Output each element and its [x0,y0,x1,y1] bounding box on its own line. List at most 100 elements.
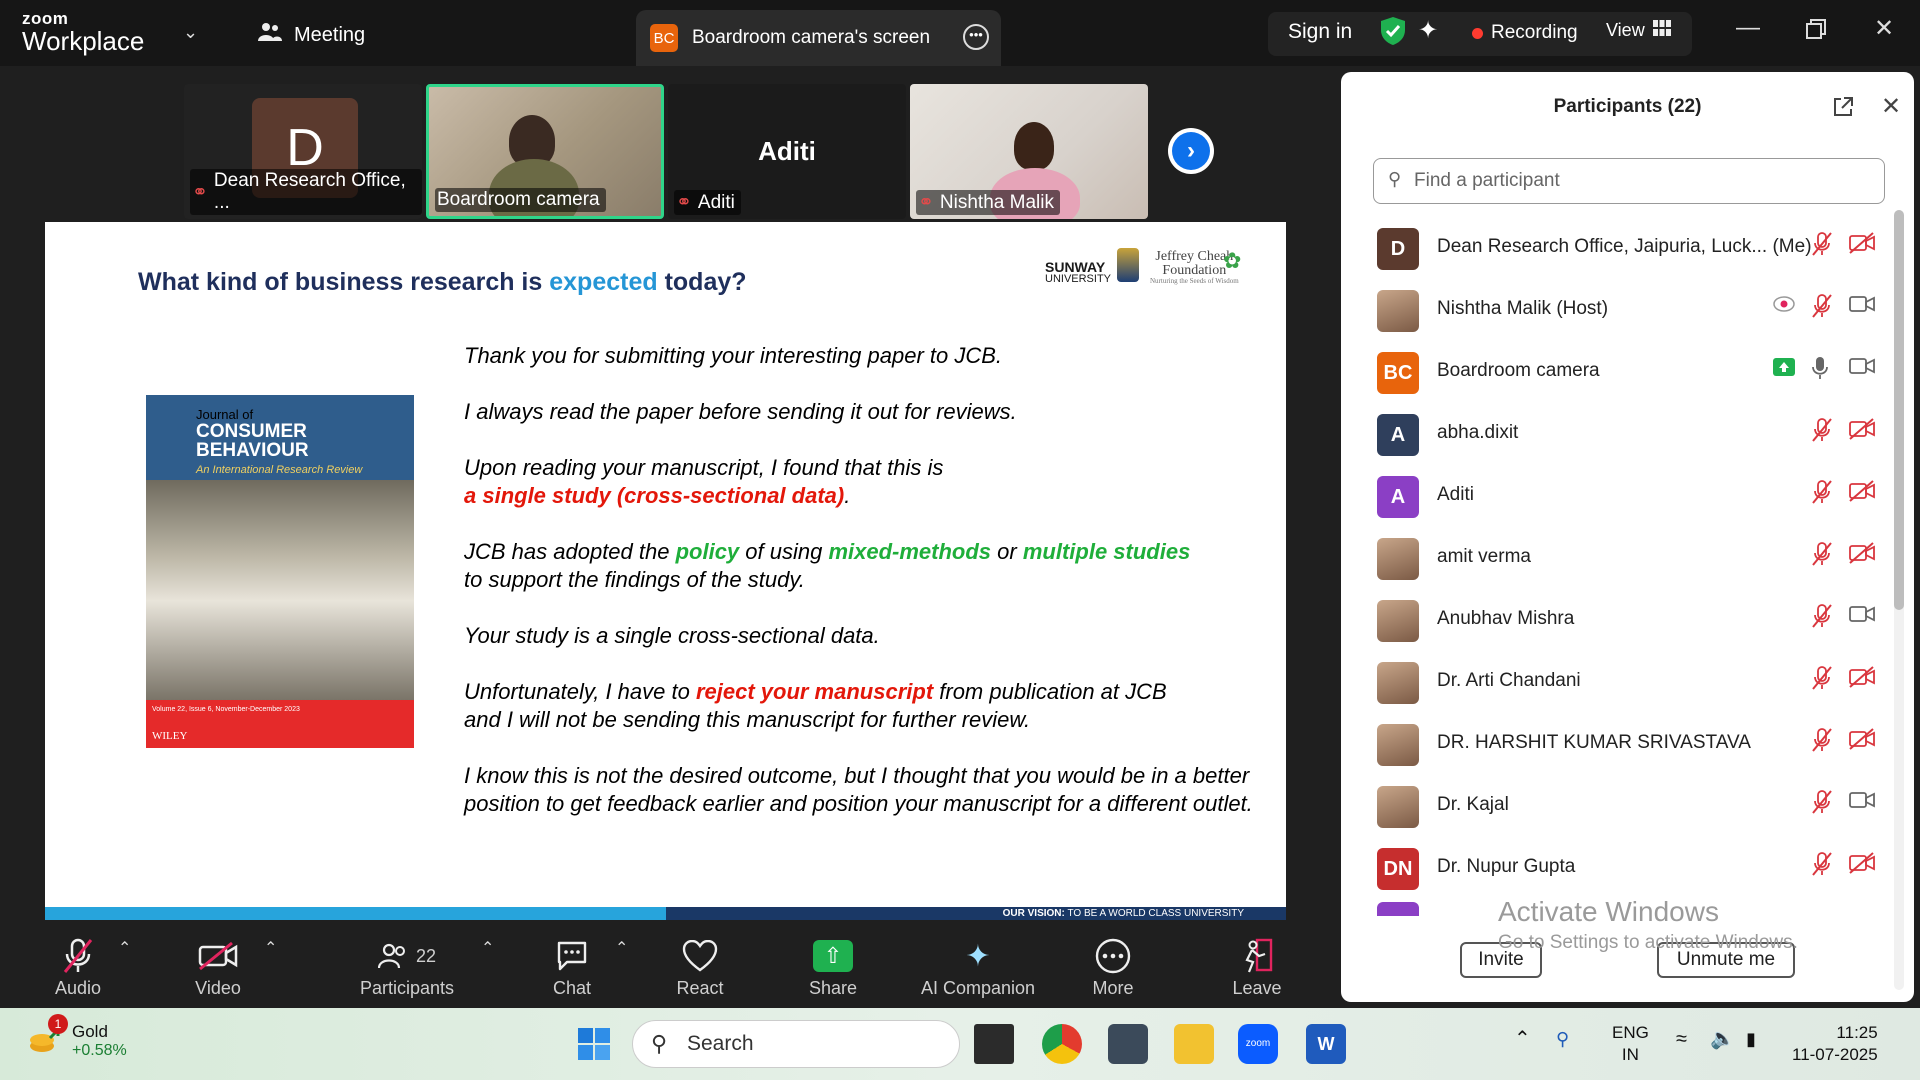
participants-options-caret[interactable]: ⌃ [481,938,494,958]
windows-start-icon[interactable] [574,1024,614,1064]
mic-muted-icon: ⚭ [192,181,208,203]
leaf-icon: ✿ [1223,248,1242,273]
audio-label: Audio [54,978,102,998]
close-panel-icon[interactable]: ✕ [1881,92,1901,121]
camera-off-icon[interactable] [1849,542,1875,570]
participant-row[interactable]: Dr. Kajal [1341,774,1901,836]
camera-off-icon[interactable] [1849,666,1875,694]
clock-date: 11-07-2025 [1792,1045,1878,1064]
participant-row[interactable]: DR. HARSHIT KUMAR SRIVASTAVA [1341,712,1901,774]
share-button[interactable]: ⇧ Share [803,934,863,999]
chrome-icon[interactable] [1042,1024,1082,1064]
camera-off-icon[interactable] [1849,480,1875,508]
chevron-up-icon[interactable]: ⌃ [1514,1028,1531,1050]
taskbar-search-label: Search [687,1032,754,1055]
pop-out-icon[interactable] [1832,96,1854,124]
language-indicator[interactable]: ENG IN [1612,1022,1649,1066]
mic-muted-icon[interactable] [1811,232,1833,262]
weather-widget-gold[interactable]: 1 Gold +0.58% [28,1014,127,1060]
camera-off-icon[interactable] [1849,728,1875,756]
close-icon[interactable]: ✕ [1874,14,1894,43]
slide-title-highlight: expected [549,268,658,296]
wifi-icon[interactable]: ≈ [1676,1028,1687,1050]
avatar: A [1377,476,1419,518]
chat-button[interactable]: Chat [546,934,598,999]
view-button[interactable]: View [1606,20,1671,41]
react-button[interactable]: React [670,934,730,999]
word-icon[interactable]: W [1306,1024,1346,1064]
sparkle-icon[interactable]: ✦ [1418,16,1438,45]
participant-row[interactable]: A Aditi [1341,464,1901,526]
task-view-icon[interactable] [974,1024,1014,1064]
participant-row[interactable]: amit verma [1341,526,1901,588]
thumbnail-name-label: Dean Research Office, ... [213,170,406,213]
participant-row[interactable]: Dr. Arti Chandani [1341,650,1901,712]
audio-button[interactable]: Audio [50,934,106,999]
video-options-caret[interactable]: ⌃ [264,938,277,958]
participant-search-input[interactable]: ⚲ Find a participant [1373,158,1885,204]
clock[interactable]: 11:25 11-07-2025 [1792,1022,1878,1066]
more-options-icon[interactable]: ••• [963,24,989,50]
participant-row[interactable]: Nishtha Malik (Host) [1341,278,1901,340]
meeting-menu[interactable]: Meeting [258,22,365,48]
avatar: BC [1377,352,1419,394]
restore-icon[interactable] [1806,18,1826,46]
minimize-icon[interactable]: — [1736,14,1760,42]
camera-icon[interactable] [1849,294,1875,320]
shield-icon[interactable] [1380,16,1406,51]
camera-icon[interactable] [1849,790,1875,816]
mic-muted-icon[interactable] [1811,790,1833,820]
participant-row[interactable]: D Dean Research Office, Jaipuria, Luck...… [1341,216,1901,278]
thumbnail-aditi[interactable]: Aditi ⚭ Aditi [668,84,906,219]
ai-companion-button[interactable]: ✦ AI Companion [916,934,1040,999]
participant-row[interactable]: Anubhav Mishra [1341,588,1901,650]
input-indicator-icon[interactable]: ⚲ [1556,1028,1569,1050]
mic-muted-icon[interactable] [1811,666,1833,696]
more-button[interactable]: More [1088,934,1138,999]
paragraph-text: Upon reading your manuscript, I found th… [464,455,944,480]
chat-options-caret[interactable]: ⌃ [615,938,628,958]
chevron-down-icon[interactable]: ⌄ [183,22,198,43]
video-button[interactable]: Video [190,934,246,999]
mic-muted-icon[interactable] [1811,604,1833,634]
sign-in-button[interactable]: Sign in [1288,20,1352,44]
recording-indicator[interactable]: Recording [1472,22,1578,44]
camera-off-icon[interactable] [1849,852,1875,880]
journal-cover-line3: BEHAVIOUR [196,440,309,461]
avatar [1377,600,1419,642]
mic-muted-icon[interactable] [1811,852,1833,882]
slide-paragraph: JCB has adopted the policy of using mixe… [464,538,1264,594]
mic-icon[interactable] [1811,356,1829,386]
mic-muted-icon[interactable] [1811,728,1833,758]
thumbnail-nishtha[interactable]: ⚭ Nishtha Malik [910,84,1148,219]
participant-row[interactable]: DN Dr. Nupur Gupta [1341,836,1901,898]
tab-boardroom-screen[interactable]: BC Boardroom camera's screen ••• [636,10,1001,66]
participant-row[interactable]: Aabha.dixit [1341,402,1901,464]
logo-top-text: zoom [22,9,69,28]
mic-muted-icon[interactable] [1811,480,1833,510]
next-page-button[interactable]: › [1168,128,1214,174]
camera-icon[interactable] [1849,604,1875,630]
participant-row[interactable]: BC Boardroom camera [1341,340,1901,402]
mic-muted-icon[interactable] [1811,542,1833,572]
app-icon[interactable] [1108,1024,1148,1064]
camera-icon[interactable] [1849,356,1875,382]
volume-icon[interactable]: 🔈 [1710,1028,1735,1050]
mic-muted-icon[interactable] [1811,418,1833,448]
audio-options-caret[interactable]: ⌃ [118,938,131,958]
journal-cover-photo [146,480,414,700]
slide-paragraph: Your study is a single cross-sectional d… [464,622,1264,650]
thumbnail-boardroom-camera[interactable]: Boardroom camera [426,84,664,219]
participants-button[interactable]: 22 Participants [357,934,457,999]
camera-off-icon[interactable] [1849,232,1875,260]
recording-icon [1773,296,1795,317]
camera-off-icon[interactable] [1849,418,1875,446]
file-explorer-icon[interactable] [1174,1024,1214,1064]
mic-muted-icon[interactable] [1811,294,1833,324]
taskbar-search[interactable]: ⚲ Search [632,1020,960,1068]
zoom-app-icon[interactable]: zoom [1238,1024,1278,1064]
leave-button[interactable]: Leave [1230,934,1284,999]
battery-icon[interactable]: ▮ [1746,1028,1756,1050]
thumbnail-dean[interactable]: D ⚭ Dean Research Office, ... [184,84,422,219]
camera-off-icon [190,934,246,978]
